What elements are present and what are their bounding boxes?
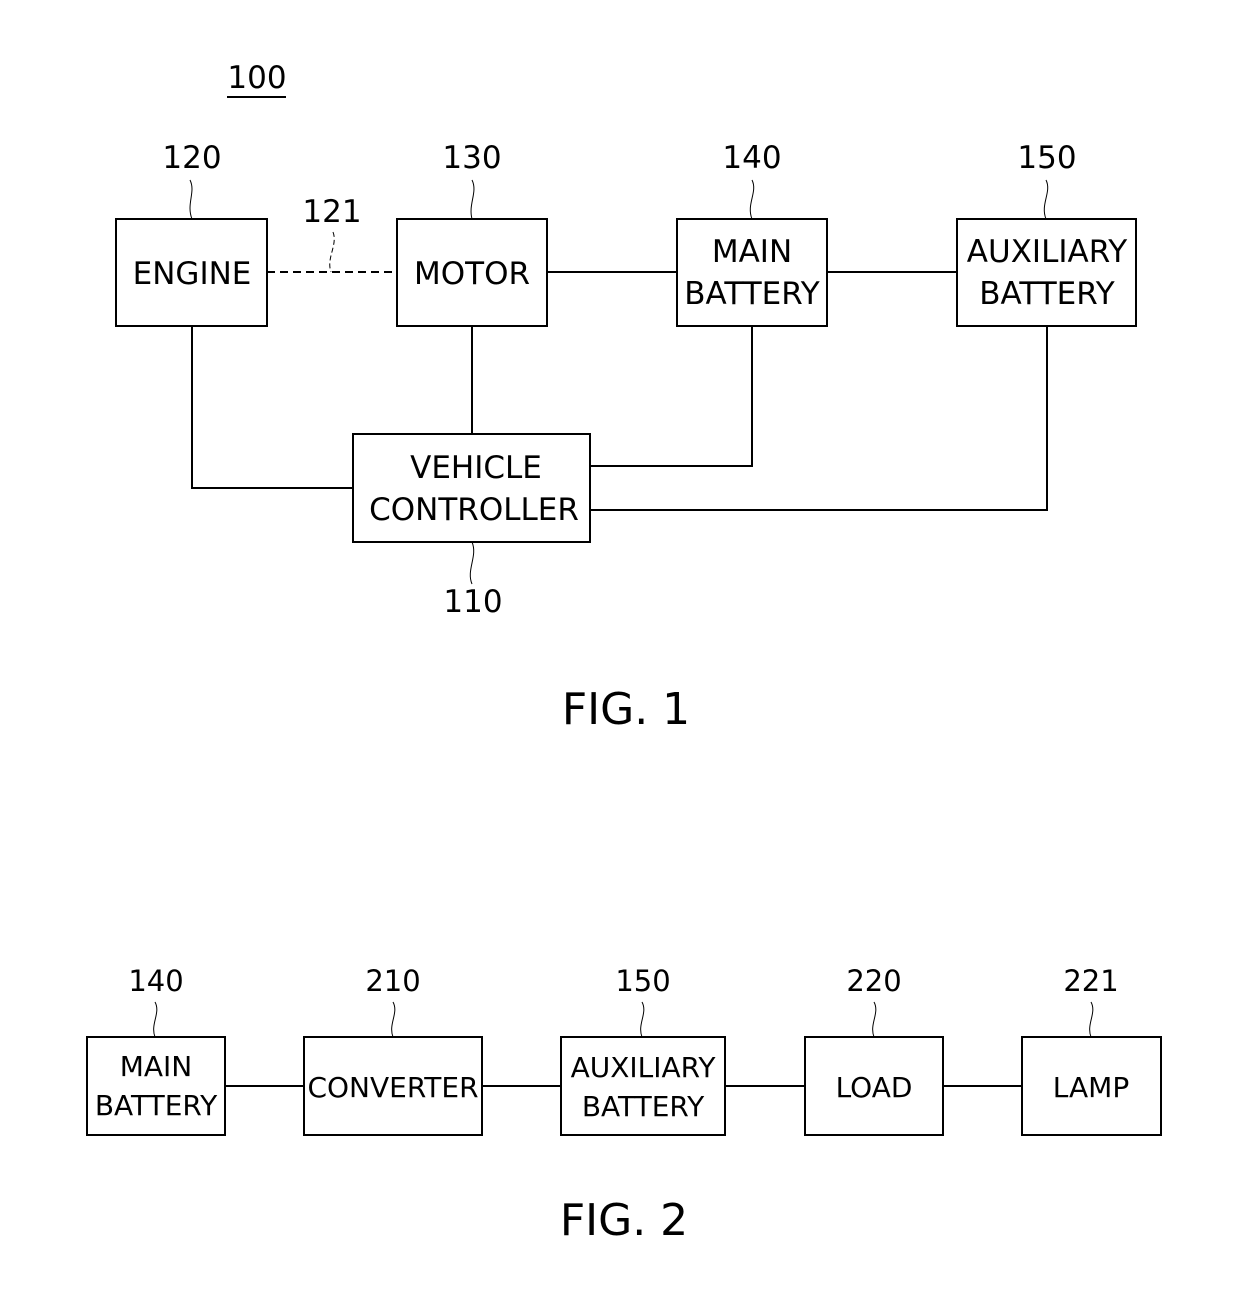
patent-drawing-sheet: 100 ENGINE 120 121 MOTOR 130 MAIN BATTER… xyxy=(86,60,1162,1246)
motor-ref: 130 xyxy=(442,140,501,176)
load-label: LOAD xyxy=(836,1071,913,1104)
engine-controller-wire xyxy=(191,326,353,489)
fig1-diagram: 100 ENGINE 120 121 MOTOR 130 MAIN BATTER… xyxy=(115,60,1137,735)
motor-block: MOTOR 130 xyxy=(396,140,548,327)
fig2-auxiliary-battery-ref: 150 xyxy=(615,964,670,998)
main-battery-label-line2: BATTERY xyxy=(684,276,820,312)
fig2-main-battery-ref: 140 xyxy=(128,964,183,998)
lamp-leader xyxy=(1089,1001,1094,1038)
auxiliary-battery-leader xyxy=(1043,179,1049,220)
engine-block: ENGINE 120 xyxy=(115,140,268,327)
fig2-main-battery-block: MAIN BATTERY 140 xyxy=(86,964,226,1136)
fig1-caption: FIG. 1 xyxy=(562,684,690,735)
main-battery-block: MAIN BATTERY 140 xyxy=(676,140,828,327)
converter-ref: 210 xyxy=(365,964,420,998)
fig2-auxiliary-battery-label-line2: BATTERY xyxy=(582,1090,705,1123)
auxiliary-battery-label-line2: BATTERY xyxy=(979,276,1115,312)
motor-label: MOTOR xyxy=(414,256,530,292)
fig2-auxiliary-battery-leader xyxy=(640,1001,645,1038)
load-block: LOAD 220 xyxy=(804,964,944,1136)
auxiliary-battery-block: AUXILIARY BATTERY 150 xyxy=(956,140,1137,327)
lamp-label: LAMP xyxy=(1053,1071,1129,1104)
fig2-main-battery-label-line1: MAIN xyxy=(120,1050,193,1083)
fig2-auxiliary-battery-label-line1: AUXILIARY xyxy=(571,1051,717,1084)
main-battery-label-line1: MAIN xyxy=(712,234,792,270)
auxiliary-battery-label-line1: AUXILIARY xyxy=(967,234,1127,270)
fig2-diagram: MAIN BATTERY 140 CONVERTER 210 AUXILIARY… xyxy=(86,964,1162,1246)
system-ref-label: 100 xyxy=(227,60,286,96)
lamp-block: LAMP 221 xyxy=(1021,964,1162,1136)
engine-ref: 120 xyxy=(162,140,221,176)
auxiliary-battery-ref: 150 xyxy=(1017,140,1076,176)
vehicle-controller-leader xyxy=(469,541,475,585)
aux-battery-controller-wire xyxy=(590,326,1048,511)
fig2-main-battery-leader xyxy=(153,1001,158,1038)
converter-label: CONVERTER xyxy=(307,1071,478,1104)
fig2-main-battery-label-line2: BATTERY xyxy=(95,1089,218,1122)
vehicle-controller-label-line1: VEHICLE xyxy=(410,450,542,486)
load-ref: 220 xyxy=(846,964,901,998)
fig2-caption: FIG. 2 xyxy=(560,1195,688,1246)
load-leader xyxy=(872,1001,877,1038)
main-battery-ref: 140 xyxy=(722,140,781,176)
clutch-link-leader xyxy=(329,231,335,273)
engine-label: ENGINE xyxy=(133,256,252,292)
motor-leader xyxy=(470,179,475,220)
main-battery-controller-wire xyxy=(590,326,753,467)
fig2-auxiliary-battery-block: AUXILIARY BATTERY 150 xyxy=(560,964,726,1136)
lamp-ref: 221 xyxy=(1063,964,1118,998)
main-battery-leader xyxy=(749,179,755,220)
vehicle-controller-label-line2: CONTROLLER xyxy=(369,492,579,528)
converter-leader xyxy=(391,1001,396,1038)
vehicle-controller-ref: 110 xyxy=(443,584,502,620)
vehicle-controller-block: VEHICLE CONTROLLER 110 xyxy=(352,433,591,620)
engine-leader xyxy=(189,179,193,220)
clutch-link-ref: 121 xyxy=(302,194,361,230)
converter-block: CONVERTER 210 xyxy=(303,964,483,1136)
